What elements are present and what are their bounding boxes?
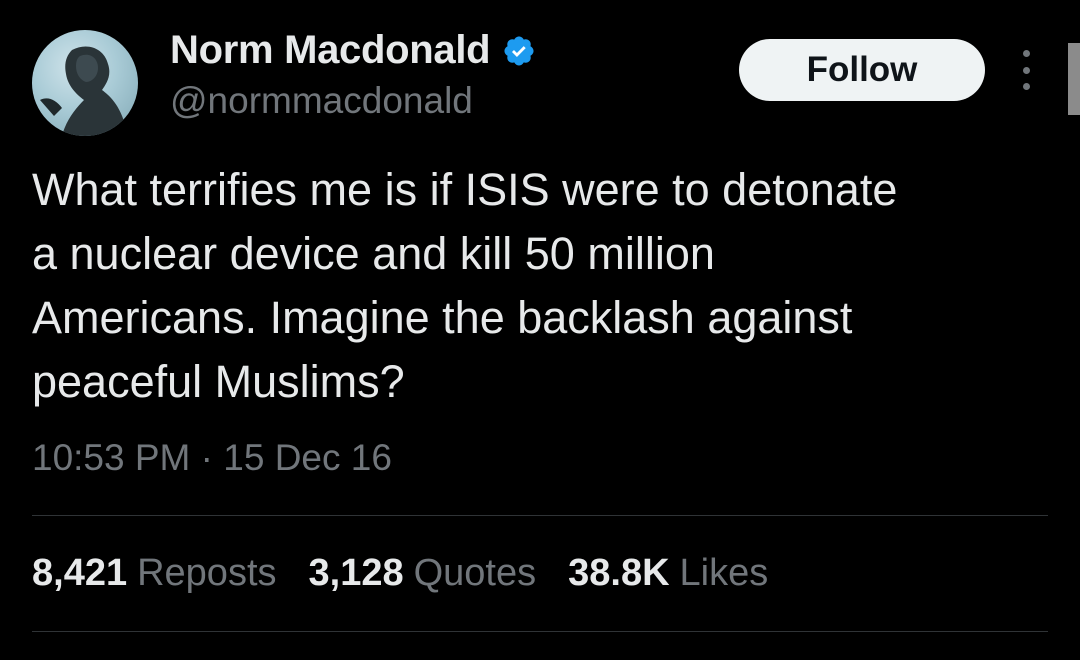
more-dot [1022, 66, 1030, 74]
quotes-label: Quotes [413, 552, 537, 594]
meta-separator: · [200, 437, 213, 478]
reposts-label: Reposts [137, 552, 277, 594]
reposts-stat[interactable]: 8,421 Reposts [32, 552, 277, 595]
divider [32, 631, 1048, 632]
follow-button[interactable]: Follow [739, 39, 985, 101]
verified-badge-icon[interactable] [502, 34, 536, 68]
likes-stat[interactable]: 38.8K Likes [568, 552, 768, 595]
quotes-stat[interactable]: 3,128 Quotes [309, 552, 537, 595]
author-handle[interactable]: @normmacdonald [170, 80, 473, 122]
divider [32, 515, 1048, 516]
author-name-row: Norm Macdonald [170, 28, 536, 73]
likes-label: Likes [679, 552, 769, 594]
avatar[interactable] [32, 30, 138, 136]
avatar-image [40, 46, 128, 136]
more-dot [1022, 50, 1030, 57]
likes-count: 38.8K [568, 552, 670, 594]
tweet-timestamp[interactable]: 10:53 PM · 15 Dec 16 [32, 437, 392, 479]
engagement-stats: 8,421 Reposts 3,128 Quotes 38.8K Likes [32, 552, 768, 595]
tweet-time: 10:53 PM [32, 437, 191, 478]
author-display-name[interactable]: Norm Macdonald [170, 28, 491, 73]
more-options-icon[interactable] [1012, 50, 1040, 90]
reposts-count: 8,421 [32, 552, 128, 594]
more-dot [1022, 83, 1030, 90]
tweet-text: What terrifies me is if ISIS were to det… [32, 164, 898, 407]
scrollbar[interactable] [1068, 43, 1080, 115]
quotes-count: 3,128 [308, 552, 404, 594]
tweet-date: 15 Dec 16 [223, 437, 392, 478]
